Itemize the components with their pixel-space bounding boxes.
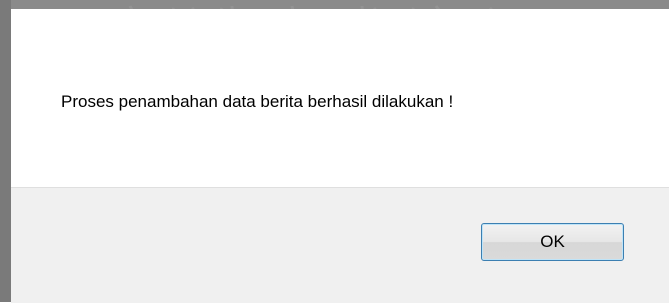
alert-dialog: Proses penambahan data berita berhasil d… (11, 9, 669, 303)
ok-button[interactable]: OK (481, 223, 624, 261)
message-area: Proses penambahan data berita berhasil d… (11, 9, 669, 187)
dialog-message: Proses penambahan data berita berhasil d… (61, 92, 454, 111)
button-area: OK (11, 187, 669, 303)
window-frame-left (0, 0, 11, 302)
